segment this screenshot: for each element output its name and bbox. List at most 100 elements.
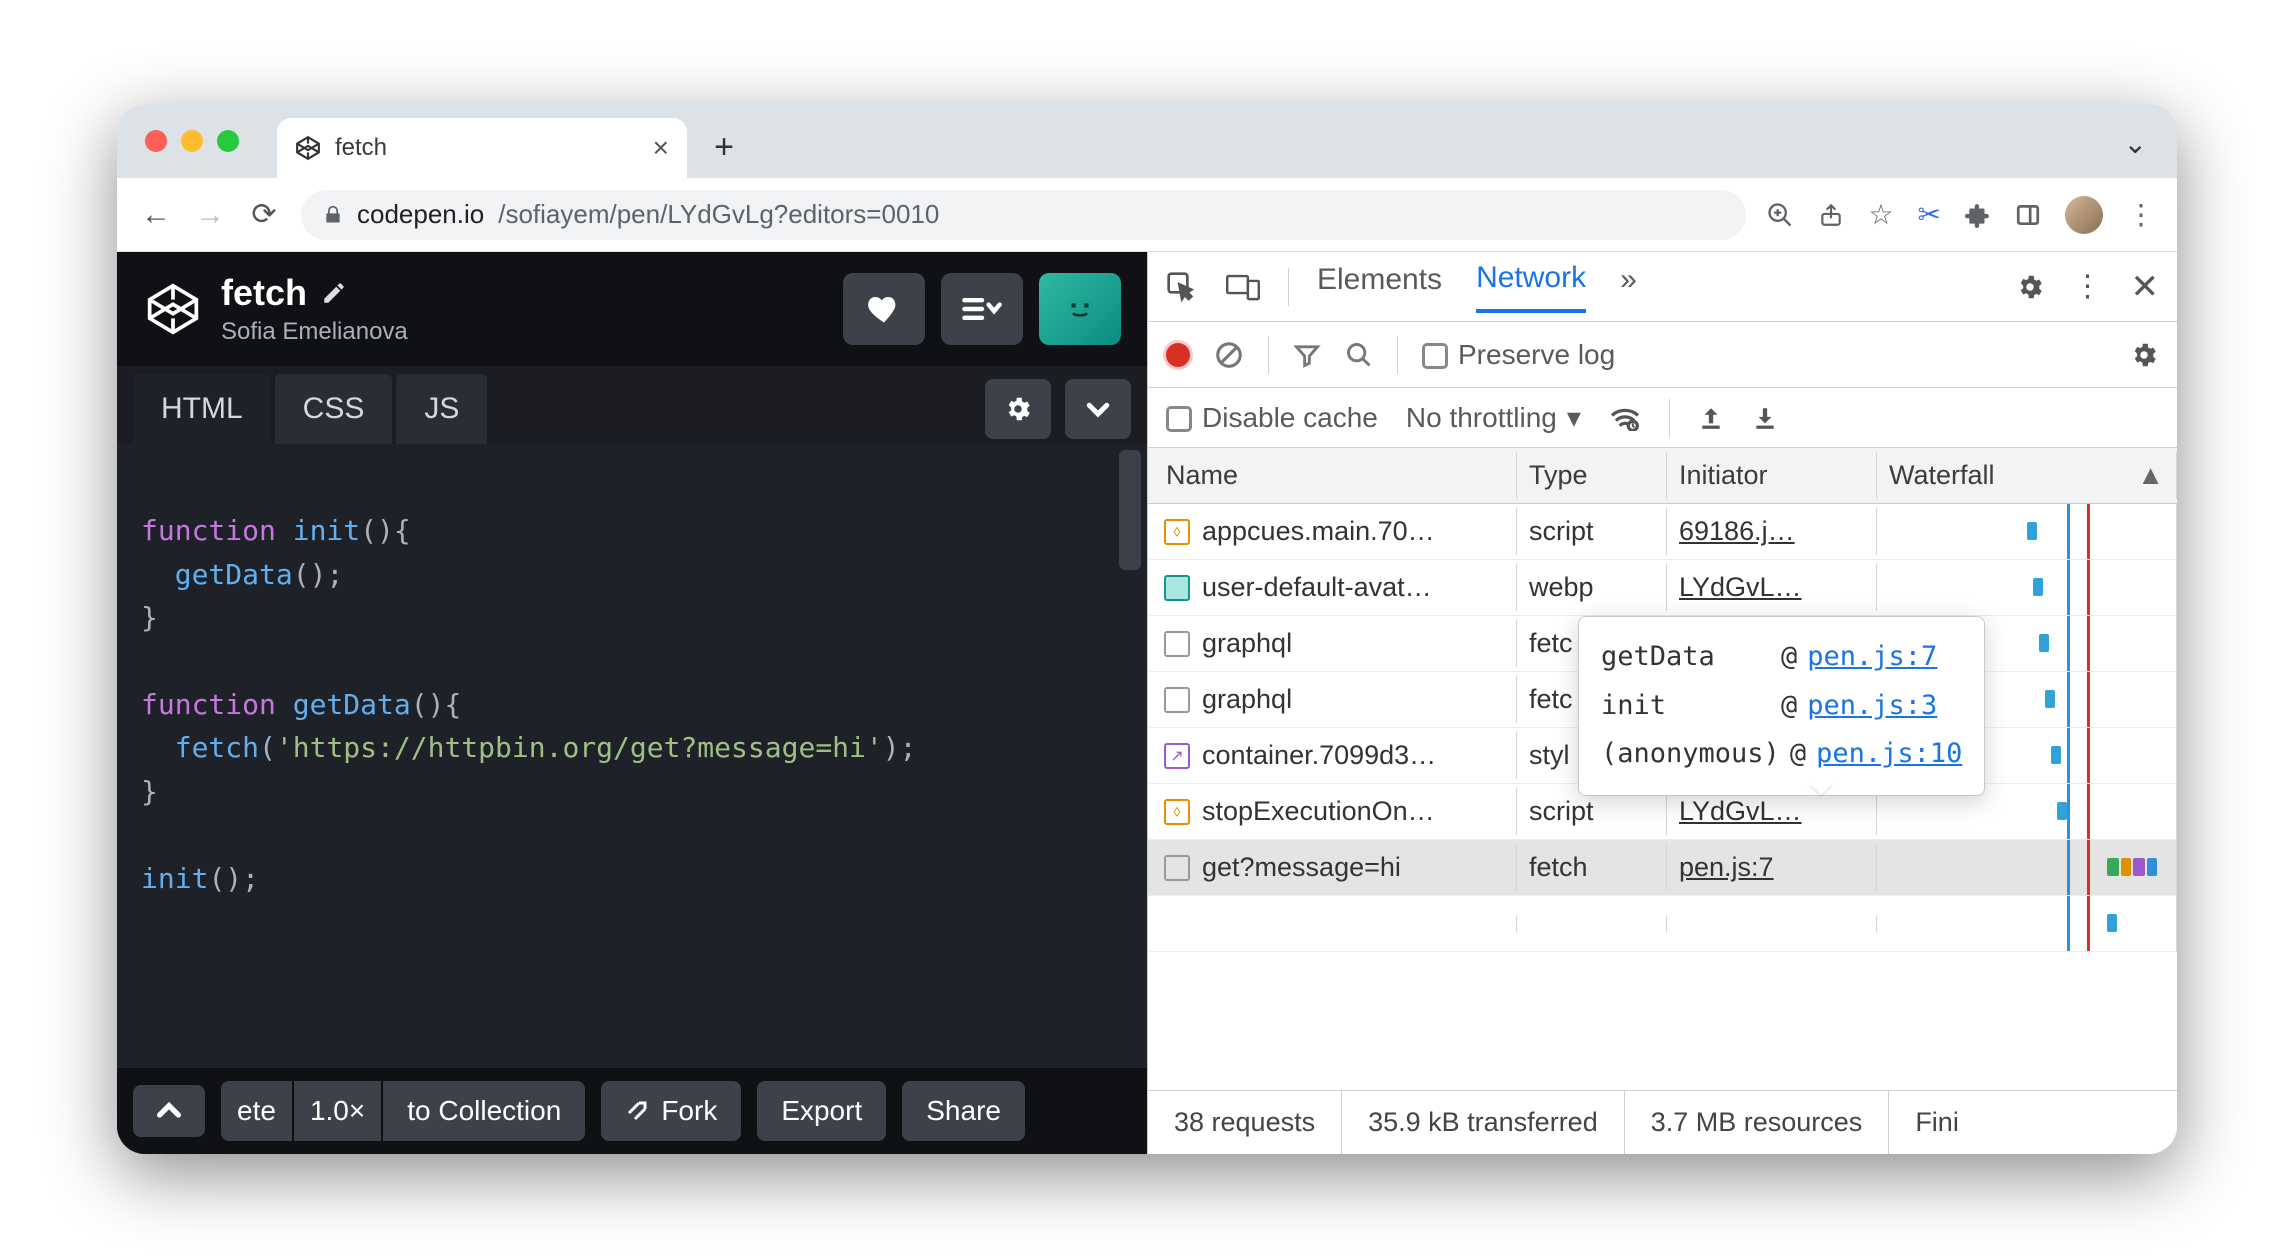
new-tab-button[interactable]: + [701, 124, 747, 170]
network-settings-icon[interactable] [2129, 340, 2159, 370]
col-waterfall-label: Waterfall [1889, 460, 1995, 491]
tab-title: fetch [335, 134, 387, 162]
record-button[interactable] [1166, 343, 1190, 367]
stack-link[interactable]: pen.js:10 [1816, 730, 1962, 779]
window-controls [145, 130, 239, 152]
tab-more[interactable]: » [1620, 263, 1637, 311]
zoom-fragment-text: ete [237, 1095, 276, 1127]
table-row[interactable]: get?message=hi fetchpen.js:7 [1148, 840, 2177, 896]
col-waterfall[interactable]: Waterfall ▲ [1877, 452, 2177, 499]
sidepanel-icon[interactable] [2015, 202, 2041, 228]
code-token: ); [883, 731, 917, 764]
extensions-icon[interactable] [1965, 202, 1991, 228]
like-button[interactable] [843, 273, 925, 345]
user-avatar[interactable] [1039, 273, 1121, 345]
fork-button[interactable]: Fork [601, 1081, 741, 1141]
zoom-level[interactable]: 1.0× [294, 1081, 381, 1141]
col-initiator[interactable]: Initiator [1667, 452, 1877, 499]
initiator-cell[interactable]: 69186.j… [1667, 508, 1877, 555]
editor-tabs: HTML CSS JS [117, 366, 1147, 444]
codepen-logo-icon[interactable] [143, 279, 203, 339]
pen-author[interactable]: Sofia Emelianova [221, 318, 408, 346]
url-bar: ← → ⟳ codepen.io/sofiayem/pen/LYdGvLg?ed… [117, 178, 2177, 252]
menu-icon[interactable]: ⋮ [2127, 198, 2155, 231]
tab-html[interactable]: HTML [133, 374, 271, 444]
close-window-button[interactable] [145, 130, 167, 152]
editor-scrollbar[interactable] [1119, 450, 1141, 570]
code-token: } [141, 601, 158, 634]
throttling-select[interactable]: No throttling ▾ [1406, 401, 1581, 434]
url-actions: ☆ ✂ ⋮ [1766, 196, 2155, 234]
initiator-cell[interactable]: LYdGvL… [1667, 564, 1877, 611]
tab-css[interactable]: CSS [275, 374, 393, 444]
forward-button[interactable]: → [193, 198, 227, 232]
share-icon[interactable] [1818, 200, 1844, 230]
code-token: function [141, 514, 276, 547]
resource-type-cell: fetch [1517, 844, 1667, 891]
stack-link[interactable]: pen.js:3 [1807, 682, 1937, 731]
minimize-window-button[interactable] [181, 130, 203, 152]
network-toolbar-2: Disable cache No throttling ▾ [1148, 388, 2177, 448]
resource-type-cell: script [1517, 508, 1667, 555]
console-toggle-button[interactable] [133, 1085, 205, 1137]
settings-gear-icon[interactable] [2015, 272, 2045, 302]
device-toggle-icon[interactable] [1226, 272, 1260, 302]
clear-button[interactable] [1214, 340, 1244, 370]
download-har-icon[interactable] [1752, 404, 1778, 432]
code-token: fetch [175, 731, 259, 764]
share-button[interactable]: Share [902, 1081, 1025, 1141]
resource-name: container.7099d3… [1202, 740, 1436, 771]
tab-network[interactable]: Network [1476, 261, 1586, 313]
resource-name: stopExecutionOn… [1202, 796, 1435, 827]
col-name[interactable]: Name [1148, 452, 1517, 499]
tab-js[interactable]: JS [396, 374, 487, 444]
address-bar[interactable]: codepen.io/sofiayem/pen/LYdGvLg?editors=… [301, 190, 1746, 240]
resource-type-icon: ⬨ [1164, 519, 1190, 545]
pen-title[interactable]: fetch [221, 272, 307, 314]
upload-har-icon[interactable] [1698, 404, 1724, 432]
filter-icon[interactable] [1293, 341, 1321, 369]
search-icon[interactable] [1345, 341, 1373, 369]
inspect-icon[interactable] [1166, 271, 1198, 303]
code-token: getData [175, 558, 293, 591]
code-token: function [141, 688, 276, 721]
close-devtools-icon[interactable]: ✕ [2131, 267, 2160, 307]
close-tab-icon[interactable]: × [653, 132, 669, 164]
stack-fn: (anonymous) [1601, 730, 1780, 779]
star-icon[interactable]: ☆ [1868, 198, 1893, 231]
network-conditions-icon[interactable] [1609, 405, 1641, 431]
disable-cache-checkbox[interactable]: Disable cache [1166, 402, 1378, 434]
stack-fn: init [1601, 682, 1771, 731]
export-button[interactable]: Export [757, 1081, 886, 1141]
back-button[interactable]: ← [139, 198, 173, 232]
kebab-menu-icon[interactable]: ⋮ [2073, 269, 2103, 304]
editor-collapse-icon[interactable] [1065, 379, 1131, 439]
col-type[interactable]: Type [1517, 452, 1667, 499]
tabs-menu-icon[interactable]: ⌄ [2124, 127, 2147, 160]
zoom-fragment[interactable]: ete [221, 1081, 292, 1141]
code-token: (){ [411, 688, 462, 721]
resource-name: graphql [1202, 628, 1292, 659]
maximize-window-button[interactable] [217, 130, 239, 152]
reload-button[interactable]: ⟳ [247, 197, 281, 232]
resource-type-icon [1164, 855, 1190, 881]
edit-title-icon[interactable] [321, 280, 347, 306]
zoom-icon[interactable] [1766, 201, 1794, 229]
network-status-bar: 38 requests 35.9 kB transferred 3.7 MB r… [1148, 1090, 2177, 1154]
resource-name: get?message=hi [1202, 852, 1401, 883]
table-row[interactable]: ⬨appcues.main.70…script69186.j… [1148, 504, 2177, 560]
code-editor[interactable]: function init(){ getData(); } function g… [117, 444, 1147, 1068]
preserve-log-checkbox[interactable]: Preserve log [1422, 339, 1615, 371]
stack-link[interactable]: pen.js:7 [1807, 633, 1937, 682]
details-button[interactable] [941, 273, 1023, 345]
add-to-collection-button[interactable]: to Collection [383, 1081, 585, 1141]
tab-elements[interactable]: Elements [1317, 263, 1442, 311]
initiator-cell[interactable]: pen.js:7 [1667, 844, 1877, 891]
scissors-icon[interactable]: ✂ [1918, 198, 1941, 231]
table-row[interactable]: user-default-avat…webpLYdGvL… [1148, 560, 2177, 616]
tab-bar: fetch × + ⌄ [117, 104, 2177, 178]
editor-settings-icon[interactable] [985, 379, 1051, 439]
browser-tab[interactable]: fetch × [277, 118, 687, 178]
resource-name: user-default-avat… [1202, 572, 1432, 603]
profile-avatar[interactable] [2065, 196, 2103, 234]
